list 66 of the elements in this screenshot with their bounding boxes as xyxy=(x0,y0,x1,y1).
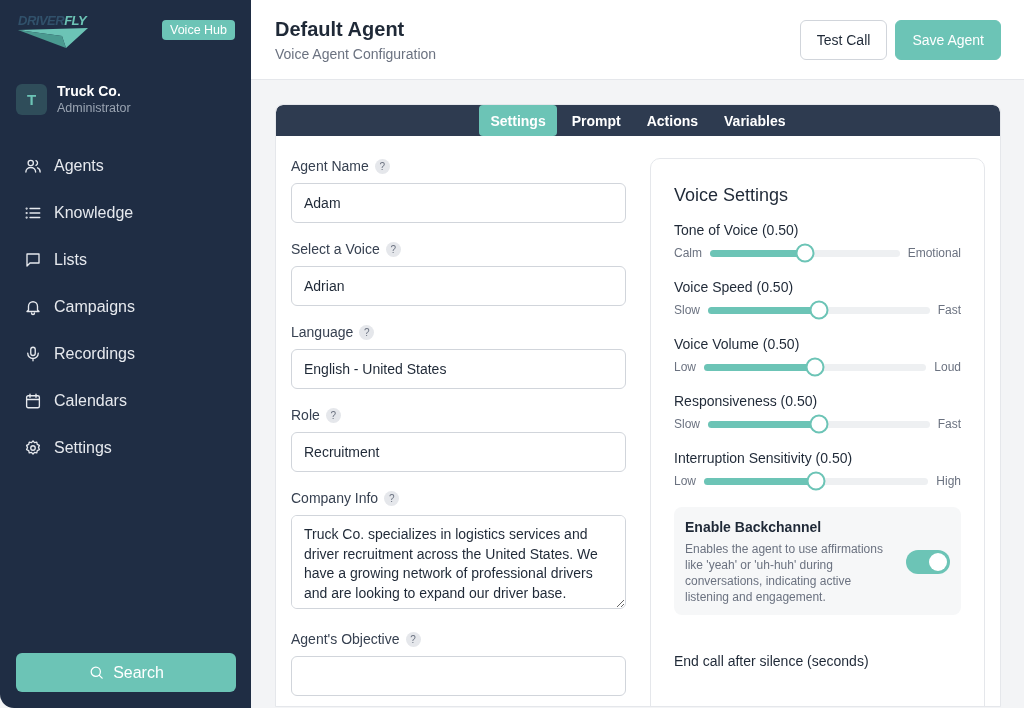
slider-thumb[interactable] xyxy=(806,471,826,491)
help-icon[interactable]: ? xyxy=(384,490,400,506)
chat-bubble-icon xyxy=(24,250,42,269)
voice-hub-badge: Voice Hub xyxy=(162,20,235,40)
nav-item[interactable]: Lists xyxy=(16,239,235,280)
slider-label: Responsiveness (0.50) xyxy=(674,393,819,409)
toggle-description: Enables the agent to use affirmations like 'yeah' or 'uh-huh' during conversations, indicating active listening and engagement. xyxy=(685,541,884,605)
field-label: Agent Name xyxy=(291,158,369,174)
input-field[interactable]: Adam xyxy=(291,183,626,223)
slider-max-label: Fast xyxy=(937,303,961,317)
slider-min-label: Calm xyxy=(674,246,702,260)
slider-thumb[interactable] xyxy=(809,414,829,434)
input-field[interactable]: Adrian xyxy=(291,266,626,306)
input-field[interactable]: Recruitment xyxy=(291,432,626,472)
calendar-icon xyxy=(24,391,42,410)
slider-label: Tone of Voice (0.50) xyxy=(674,222,800,238)
nav-item[interactable]: Campaigns xyxy=(16,286,235,327)
account-avatar: T xyxy=(16,83,47,115)
field-label: Role xyxy=(291,407,320,423)
toggle-switch[interactable] xyxy=(906,550,950,574)
help-icon[interactable]: ? xyxy=(359,324,375,340)
search-icon xyxy=(88,664,106,681)
slider-thumb[interactable] xyxy=(795,243,815,263)
test-call-button[interactable]: Test Call xyxy=(799,19,888,60)
help-icon[interactable]: ? xyxy=(405,631,421,647)
field-label: Agent's Objective xyxy=(291,631,400,647)
settings-icon xyxy=(24,438,42,457)
nav-item[interactable]: Agents xyxy=(16,145,235,186)
tab[interactable]: Actions xyxy=(635,105,710,136)
nav-item[interactable]: Calendars xyxy=(16,380,235,421)
field-label: End call after silence (seconds) xyxy=(674,653,870,669)
slider-min-label: Slow xyxy=(674,303,700,317)
help-icon[interactable]: ? xyxy=(325,407,341,423)
help-icon[interactable]: ? xyxy=(374,158,390,174)
slider-label: Voice Volume (0.50) xyxy=(674,336,801,352)
slider-label: Voice Speed (0.50) xyxy=(674,279,795,295)
microphone-icon xyxy=(24,344,42,363)
account-name: Truck Co. xyxy=(57,83,122,99)
toggle-title: Enable Backchannel xyxy=(685,519,823,535)
slider-label: Interruption Sensitivity (0.50) xyxy=(674,450,854,466)
section-title: Voice Settings xyxy=(674,185,790,206)
slider-max-label: High xyxy=(936,474,961,488)
slider-min-label: Low xyxy=(674,474,696,488)
nav-item[interactable]: Knowledge xyxy=(16,192,235,233)
page-subtitle: Voice Agent Configuration xyxy=(275,45,437,62)
slider-min-label: Low xyxy=(674,360,696,374)
field-label: Select a Voice xyxy=(291,241,380,257)
field-label: Company Info xyxy=(291,490,379,506)
slider-thumb[interactable] xyxy=(809,300,829,320)
nav-item[interactable]: Settings xyxy=(16,427,235,468)
slider-max-label: Loud xyxy=(934,360,961,374)
slider-thumb[interactable] xyxy=(805,357,825,377)
text-area[interactable]: Truck Co. specializes in logistics services and driver recruitment across the United States. We have a growing network of professional drivers and are looking to expand our driver base. xyxy=(291,515,626,609)
slider-max-label: Emotional xyxy=(907,246,961,260)
nav-item[interactable]: Recordings xyxy=(16,333,235,374)
account-role: Administrator xyxy=(57,101,131,115)
field-label: Language xyxy=(291,324,354,340)
logo: DRIVERFLY xyxy=(18,14,90,49)
input-field[interactable]: English - United States xyxy=(291,349,626,389)
page-title: Default Agent xyxy=(275,17,406,41)
tab[interactable]: Variables xyxy=(713,105,797,136)
help-icon[interactable]: ? xyxy=(385,241,401,257)
tab[interactable]: Prompt xyxy=(560,105,632,136)
input-field[interactable] xyxy=(291,656,626,696)
slider-max-label: Fast xyxy=(937,417,961,431)
slider-min-label: Slow xyxy=(674,417,700,431)
